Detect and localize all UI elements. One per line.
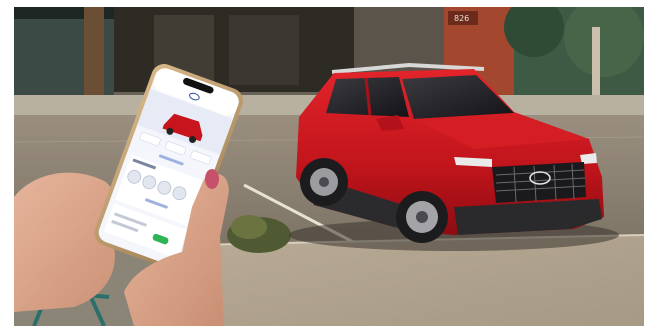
building-number: 826 <box>454 14 469 23</box>
photo: 826 <box>14 7 644 326</box>
thumb-nail <box>205 169 219 189</box>
image-frame: 826 <box>0 0 657 331</box>
photo-scene: 826 <box>14 7 644 326</box>
